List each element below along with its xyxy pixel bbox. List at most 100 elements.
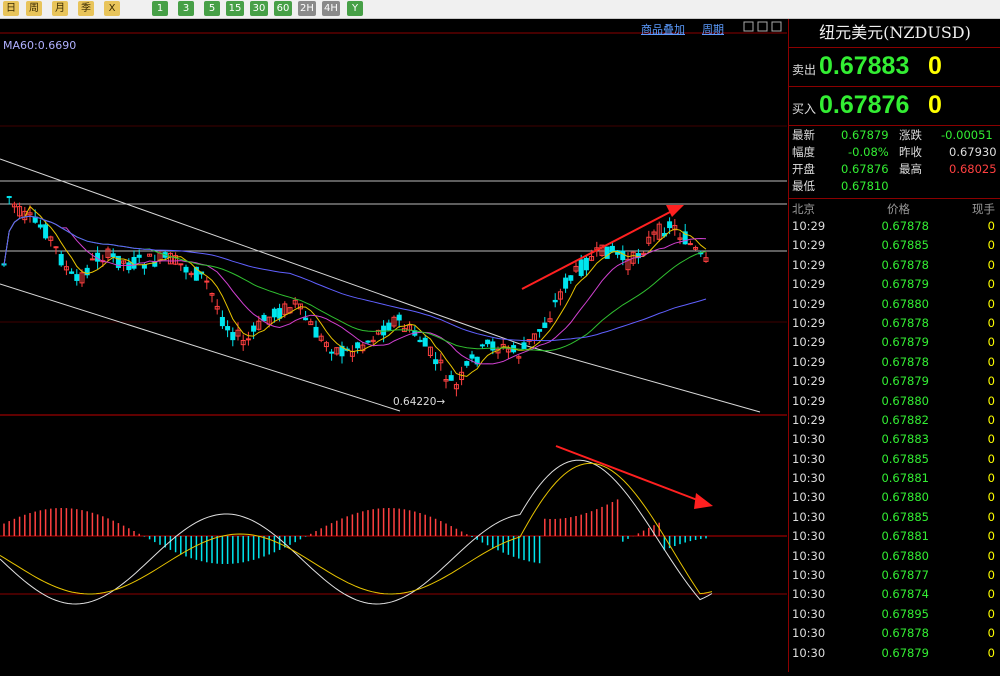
candle-body bbox=[6, 196, 12, 199]
period-toolbar: 日 周 月 季 X 1 3 5 15 30 60 2H 4H Y bbox=[0, 0, 1000, 19]
tick-volume: 0 bbox=[987, 219, 995, 233]
tick-row: 10:30 0.67885 0 bbox=[789, 508, 1000, 527]
macd-indicator-group bbox=[0, 459, 713, 605]
period-month-button[interactable]: 月 bbox=[52, 1, 68, 16]
tick-row: 10:30 0.67878 0 bbox=[789, 624, 1000, 643]
buy-size: 0 bbox=[928, 91, 942, 119]
tick-list[interactable]: 10:29 0.67878 0 10:29 0.67885 0 10:29 0.67878 0 1… bbox=[789, 217, 1000, 663]
candle-body bbox=[89, 258, 95, 261]
tick-price: 0.67878 bbox=[881, 354, 929, 369]
candle-body bbox=[479, 344, 485, 347]
period-week-button[interactable]: 周 bbox=[26, 1, 42, 16]
tick-time: 10:30 bbox=[792, 606, 826, 621]
candle-body bbox=[583, 257, 589, 271]
period-link[interactable]: 周期 bbox=[702, 21, 724, 37]
tick-volume: 0 bbox=[987, 277, 995, 292]
stat-change-value: -0.00051 bbox=[941, 128, 993, 142]
tick-volume: 0 bbox=[987, 606, 995, 621]
tick-time: 10:30 bbox=[792, 645, 826, 660]
tick-price: 0.67885 bbox=[881, 451, 929, 466]
tick-price: 0.67878 bbox=[881, 219, 929, 233]
candle-body bbox=[422, 337, 428, 347]
tick-volume: 0 bbox=[987, 568, 995, 583]
tick-row: 10:29 0.67882 0 bbox=[789, 411, 1000, 430]
stat-high-value: 0.68025 bbox=[949, 162, 997, 176]
quote-stats: 最新 0.67879 涨跌 -0.00051 幅度 -0.08% 昨收 0.67… bbox=[789, 126, 1000, 199]
candle-body bbox=[183, 266, 189, 273]
tick-volume: 0 bbox=[987, 509, 995, 524]
tick-time: 10:30 bbox=[792, 471, 826, 486]
macd-dea-line bbox=[0, 462, 713, 595]
tick-time: 10:29 bbox=[792, 277, 826, 292]
window-icon-2[interactable] bbox=[757, 21, 768, 32]
stat-change-label: 涨跌 bbox=[899, 128, 922, 142]
tick-time: 10:30 bbox=[792, 451, 826, 466]
candle-body bbox=[433, 359, 439, 365]
period-30min-button[interactable]: 30 bbox=[250, 1, 268, 16]
period-day-button[interactable]: 日 bbox=[3, 1, 19, 16]
tick-volume: 0 bbox=[987, 587, 995, 602]
tick-price: 0.67879 bbox=[881, 645, 929, 660]
ma-line-short bbox=[3, 205, 707, 377]
tick-volume: 0 bbox=[987, 335, 995, 350]
tick-volume: 0 bbox=[987, 296, 995, 311]
period-2h-button[interactable]: 2H bbox=[298, 1, 316, 16]
tick-time: 10:29 bbox=[792, 296, 826, 311]
window-icon-1[interactable] bbox=[743, 21, 754, 32]
overlay-products-link[interactable]: 商品叠加 bbox=[641, 21, 685, 37]
tick-price: 0.67879 bbox=[881, 374, 929, 389]
tick-time: 10:30 bbox=[792, 509, 826, 524]
tick-price: 0.67879 bbox=[881, 335, 929, 350]
candle-body bbox=[69, 271, 75, 274]
buy-price: 0.67876 bbox=[819, 91, 910, 119]
period-15min-button[interactable]: 15 bbox=[226, 1, 244, 16]
period-1min-button[interactable]: 1 bbox=[152, 1, 168, 16]
tick-price: 0.67878 bbox=[881, 626, 929, 641]
tick-volume: 0 bbox=[987, 238, 995, 253]
period-3min-button[interactable]: 3 bbox=[178, 1, 194, 16]
period-x-button[interactable]: X bbox=[104, 1, 120, 16]
tick-volume: 0 bbox=[987, 451, 995, 466]
candle-body bbox=[537, 329, 543, 332]
chart-canvas[interactable] bbox=[0, 19, 787, 672]
candle-body bbox=[490, 341, 496, 351]
candle-body bbox=[219, 316, 225, 327]
header-price: 价格 bbox=[887, 202, 910, 216]
tick-time: 10:30 bbox=[792, 548, 826, 563]
candlestick-chart[interactable]: 商品叠加 周期 MA60:0.6690 0.64220→ bbox=[0, 19, 787, 672]
sell-quote-row[interactable]: 卖出 0.67883 0 bbox=[789, 48, 1000, 87]
period-60min-button[interactable]: 60 bbox=[274, 1, 292, 16]
window-icon-3[interactable] bbox=[771, 21, 782, 32]
tick-volume: 0 bbox=[987, 490, 995, 505]
tick-price: 0.67879 bbox=[881, 277, 929, 292]
period-quarter-button[interactable]: 季 bbox=[78, 1, 94, 16]
candle-body bbox=[277, 308, 283, 319]
tick-row: 10:30 0.67879 0 bbox=[789, 644, 1000, 663]
tick-price: 0.67880 bbox=[881, 393, 929, 408]
candle-body bbox=[578, 259, 584, 276]
low-price-label: 0.64220→ bbox=[393, 396, 446, 408]
buy-quote-row[interactable]: 买入 0.67876 0 bbox=[789, 87, 1000, 126]
candle-body bbox=[667, 221, 673, 229]
tick-time: 10:29 bbox=[792, 238, 826, 253]
tick-row: 10:30 0.67885 0 bbox=[789, 450, 1000, 469]
candle-body bbox=[271, 308, 277, 318]
tick-price: 0.67895 bbox=[881, 606, 929, 621]
candles-group bbox=[1, 195, 709, 397]
stat-prev-value: 0.67930 bbox=[949, 145, 997, 159]
candle-body bbox=[381, 325, 387, 336]
candle-body bbox=[485, 339, 491, 345]
candle-body bbox=[37, 224, 43, 228]
period-year-button[interactable]: Y bbox=[347, 1, 363, 16]
tick-price: 0.67874 bbox=[881, 587, 929, 602]
tick-price: 0.67883 bbox=[881, 432, 929, 447]
tick-table-header: 北京 价格 现手 bbox=[789, 199, 1000, 217]
tick-row: 10:30 0.67880 0 bbox=[789, 547, 1000, 566]
period-5min-button[interactable]: 5 bbox=[204, 1, 220, 16]
period-4h-button[interactable]: 4H bbox=[322, 1, 340, 16]
tick-volume: 0 bbox=[987, 412, 995, 427]
ma60-label: MA60:0.6690 bbox=[3, 39, 77, 52]
tick-time: 10:29 bbox=[792, 354, 826, 369]
tick-row: 10:29 0.67880 0 bbox=[789, 295, 1000, 314]
tick-price: 0.67881 bbox=[881, 529, 929, 544]
